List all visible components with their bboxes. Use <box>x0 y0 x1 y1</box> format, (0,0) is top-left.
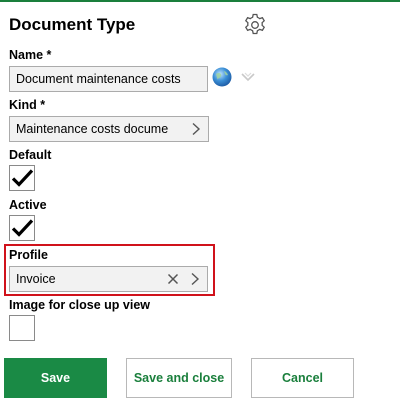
kind-label: Kind * <box>9 98 46 112</box>
image-close-up-checkbox[interactable] <box>9 315 35 341</box>
dropdown-chevron-icon[interactable] <box>240 70 256 82</box>
name-field[interactable]: Document maintenance costs <box>9 66 208 92</box>
globe-icon[interactable] <box>211 66 233 88</box>
checkmark-icon <box>11 219 34 237</box>
profile-label: Profile <box>9 248 48 262</box>
profile-field-value: Invoice <box>16 272 56 286</box>
default-label: Default <box>9 148 52 162</box>
chevron-right-icon[interactable] <box>185 117 207 141</box>
save-and-close-button[interactable]: Save and close <box>126 358 232 398</box>
name-field-value: Document maintenance costs <box>16 72 181 86</box>
default-checkbox[interactable] <box>9 165 35 191</box>
page-title: Document Type <box>9 15 136 34</box>
kind-field[interactable]: Maintenance costs docume <box>9 116 209 142</box>
active-checkbox[interactable] <box>9 215 35 241</box>
image-close-up-label: Image for close up view <box>9 298 151 312</box>
profile-field[interactable]: Invoice <box>9 266 208 292</box>
header-accent-rule <box>0 0 400 2</box>
gear-icon[interactable] <box>242 12 268 38</box>
cancel-button[interactable]: Cancel <box>251 358 354 398</box>
active-label: Active <box>9 198 47 212</box>
checkmark-icon <box>11 169 34 187</box>
save-button[interactable]: Save <box>4 358 107 398</box>
chevron-right-icon[interactable] <box>184 267 206 291</box>
kind-field-value: Maintenance costs docume <box>16 122 169 136</box>
clear-x-icon[interactable] <box>162 267 184 291</box>
form-header: Document Type <box>9 12 389 40</box>
name-label: Name * <box>9 48 52 62</box>
